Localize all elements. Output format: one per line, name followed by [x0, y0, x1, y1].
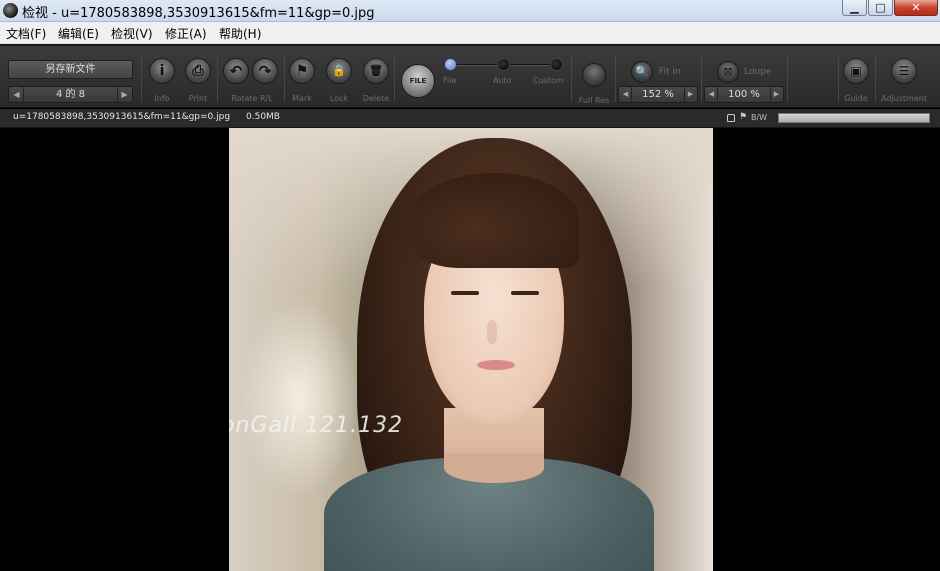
photo-lips: [477, 360, 515, 370]
title-bar: 检视 - u=1780583898,3530913615&fm=11&gp=0.…: [0, 0, 940, 22]
histogram-bar: [778, 113, 930, 123]
loupe-icon: ⊠: [723, 65, 733, 78]
menu-edit[interactable]: 编辑(E): [58, 25, 99, 42]
save-as-button[interactable]: 另存新文件: [8, 60, 133, 79]
toolbar-divider: [787, 54, 788, 102]
adjustment-button[interactable]: ☰ Adjustment: [881, 50, 927, 108]
image-viewer[interactable]: onGall 121.132: [0, 128, 940, 571]
toolbar-divider: [217, 54, 218, 102]
lock-status-icon[interactable]: [727, 114, 735, 122]
mode-slider-auto-knob[interactable]: [497, 58, 510, 71]
loupe-zoom-field[interactable]: ◀ 100 % ▶: [704, 86, 784, 103]
mode-slider-custom-knob[interactable]: [550, 58, 563, 71]
print-icon: ⎙: [185, 58, 211, 84]
delete-button[interactable]: 🗑 Delete: [356, 50, 396, 108]
mode-auto-label: Auto: [493, 76, 512, 85]
loupe-button[interactable]: ⊠: [717, 61, 739, 83]
menu-file[interactable]: 文档(F): [6, 25, 46, 42]
guide-button[interactable]: ▣ Guide: [836, 50, 876, 108]
flag-icon: ⚑: [289, 58, 315, 84]
rotate-left-button[interactable]: ↶: [223, 58, 249, 84]
photo-right-eye: [511, 291, 539, 295]
fit-zoom-increase-button[interactable]: ▶: [684, 87, 696, 102]
menu-view[interactable]: 检视(V): [111, 25, 153, 42]
app-icon[interactable]: [3, 3, 18, 18]
guide-icon: ▣: [843, 58, 869, 84]
menu-bar: 文档(F) 编辑(E) 检视(V) 修正(A) 帮助(H): [0, 22, 940, 44]
loupe-zoom-value: 100 %: [728, 89, 760, 100]
print-button[interactable]: ⎙ Print: [178, 50, 218, 108]
photo-bangs: [409, 173, 579, 268]
file-button[interactable]: FILE: [401, 64, 435, 98]
full-res-button[interactable]: [582, 63, 606, 87]
adjustment-label: Adjustment: [881, 94, 927, 103]
rotate-right-button[interactable]: ↷: [252, 58, 278, 84]
minimize-button[interactable]: ▁: [842, 0, 867, 16]
toolbar-divider: [394, 54, 395, 102]
fit-in-button[interactable]: 🔍: [631, 61, 653, 83]
status-filename: u=1780583898,3530913615&fm=11&gp=0.jpg: [13, 112, 231, 122]
adjustment-icon: ☰: [891, 58, 917, 84]
window-title: 检视 - u=1780583898,3530913615&fm=11&gp=0.…: [22, 6, 375, 21]
close-button[interactable]: ✕: [894, 0, 938, 16]
loupe-zoom-increase-button[interactable]: ▶: [770, 87, 782, 102]
maximize-button[interactable]: □: [868, 0, 893, 16]
minimize-icon: ▁: [850, 1, 859, 14]
photo-watermark: onGall 121.132: [229, 413, 404, 438]
page-indicator: 4 的 8: [55, 89, 86, 100]
page-navigator: ◀ 4 的 8 ▶: [8, 86, 133, 103]
info-icon: i: [149, 58, 175, 84]
mode-file-label: File: [443, 76, 457, 85]
toolbar-divider: [875, 54, 876, 102]
close-icon: ✕: [911, 1, 921, 14]
status-filesize: 0.50MB: [246, 112, 280, 122]
fit-zoom-value: 152 %: [642, 89, 674, 100]
flag-status-icon[interactable]: ⚑: [739, 112, 747, 122]
photo-background-light: [239, 298, 359, 498]
loupe-label: Loupe: [744, 67, 772, 77]
lock-icon: 🔒: [326, 58, 352, 84]
menu-help[interactable]: 帮助(H): [219, 25, 261, 42]
toolbar-divider: [615, 54, 616, 102]
photo-nose: [487, 320, 497, 344]
mode-custom-label: Custom: [533, 76, 564, 85]
full-res-label: Full Res: [578, 96, 610, 105]
fit-zoom-field[interactable]: ◀ 152 % ▶: [618, 86, 698, 103]
fit-zoom-decrease-button[interactable]: ◀: [620, 87, 632, 102]
magnifier-icon: 🔍: [635, 65, 649, 78]
toolbar-divider: [701, 54, 702, 102]
bw-toggle[interactable]: B/W: [751, 113, 767, 122]
toolbar-divider: [571, 54, 572, 102]
next-page-button[interactable]: ▶: [117, 87, 131, 102]
photo-left-eye: [451, 291, 479, 295]
status-bar: u=1780583898,3530913615&fm=11&gp=0.jpg 0…: [0, 109, 940, 128]
fit-in-label: Fit in: [659, 67, 681, 77]
loupe-zoom-decrease-button[interactable]: ◀: [706, 87, 718, 102]
trash-icon: 🗑: [363, 58, 389, 84]
photo-collar: [444, 453, 544, 483]
maximize-icon: □: [875, 1, 886, 14]
prev-page-button[interactable]: ◀: [10, 87, 24, 102]
rotate-label: Rotate R/L: [231, 94, 273, 103]
displayed-photo[interactable]: onGall 121.132: [229, 128, 713, 571]
toolbar: 另存新文件 ◀ 4 的 8 ▶ i Info ⎙ Print ↶ ↷ Rotat…: [0, 44, 940, 108]
mode-slider-file-knob[interactable]: [444, 58, 457, 71]
menu-adjust[interactable]: 修正(A): [165, 25, 207, 42]
